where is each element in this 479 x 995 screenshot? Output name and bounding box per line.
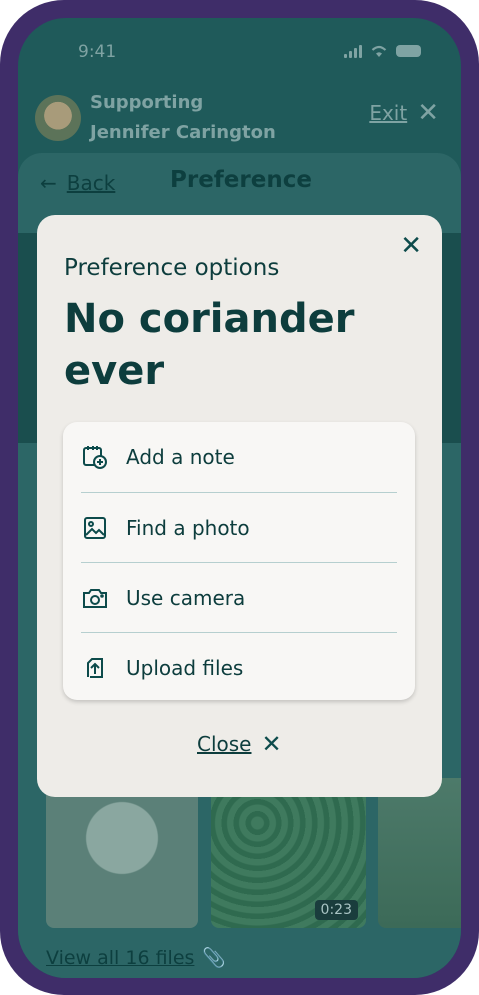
upload-files-option[interactable]: Upload files — [81, 632, 397, 703]
use-camera-option[interactable]: Use camera — [81, 562, 397, 633]
close-label: Close — [197, 732, 252, 756]
options-list: Add a note Find a photo Use camera Uploa… — [63, 422, 415, 700]
photo-thumbnail[interactable] — [46, 778, 198, 928]
support-label: Supporting Jennifer Carington — [90, 88, 276, 148]
paperclip-icon: 📎 — [202, 947, 227, 969]
exit-button[interactable]: Exit ✕ — [369, 98, 439, 128]
upload-files-label: Upload files — [126, 656, 244, 680]
status-bar: 9:41 — [18, 18, 461, 88]
upload-icon — [81, 654, 109, 682]
add-note-option[interactable]: Add a note — [81, 422, 397, 492]
avatar — [35, 95, 81, 141]
support-person-name: Jennifer Carington — [90, 122, 276, 143]
page-title: Preference — [170, 167, 312, 193]
add-note-label: Add a note — [126, 445, 235, 469]
modal-title: No coriander ever — [64, 296, 355, 394]
arrow-left-icon: ← — [40, 171, 57, 195]
status-time: 9:41 — [78, 42, 117, 62]
signal-icon — [344, 44, 362, 58]
close-icon: ✕ — [417, 98, 439, 128]
calendar-add-icon — [81, 443, 109, 471]
close-modal-button[interactable]: ✕ — [400, 233, 422, 259]
support-banner: Supporting Jennifer Carington Exit ✕ — [18, 88, 461, 158]
status-icons — [344, 44, 421, 58]
close-icon: ✕ — [261, 730, 282, 758]
modal-subtitle: Preference options — [64, 255, 280, 281]
exit-label: Exit — [369, 101, 408, 125]
back-button[interactable]: ← Back — [40, 171, 115, 195]
view-all-files-link[interactable]: View all 16 files 📎 — [46, 946, 227, 970]
video-thumbnail[interactable]: 0:23 — [211, 778, 366, 928]
video-duration: 0:23 — [314, 900, 358, 920]
battery-icon — [396, 45, 421, 57]
find-photo-label: Find a photo — [126, 516, 250, 540]
camera-icon — [81, 584, 109, 612]
image-icon — [81, 514, 109, 542]
close-button[interactable]: Close ✕ — [197, 730, 282, 758]
preference-options-modal: ✕ Preference options No coriander ever A… — [37, 215, 442, 797]
wifi-icon — [371, 45, 387, 57]
use-camera-label: Use camera — [126, 586, 246, 610]
photo-thumbnail[interactable] — [378, 778, 461, 928]
view-all-label: View all 16 files — [46, 946, 195, 969]
support-line-1: Supporting — [90, 92, 204, 113]
find-photo-option[interactable]: Find a photo — [81, 492, 397, 563]
back-label: Back — [66, 171, 116, 195]
